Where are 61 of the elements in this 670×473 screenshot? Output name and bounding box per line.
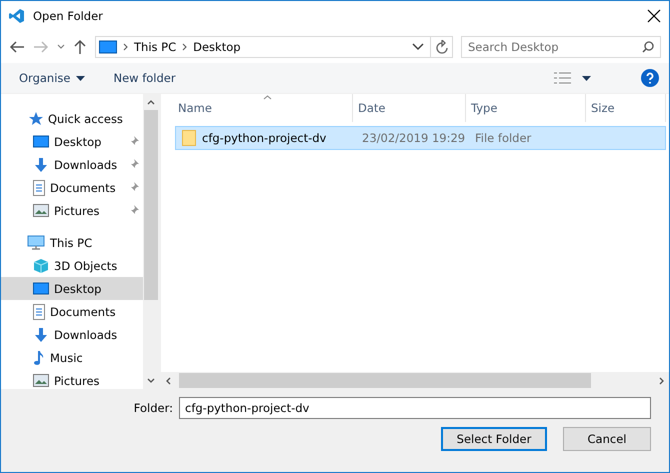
computer-icon xyxy=(27,234,45,250)
close-button[interactable] xyxy=(647,9,661,23)
column-header[interactable]: Date xyxy=(353,94,466,122)
up-button[interactable] xyxy=(73,39,87,55)
monitor-icon xyxy=(33,282,49,296)
navigation-item[interactable]: Documents xyxy=(1,176,143,199)
back-button[interactable] xyxy=(9,40,25,54)
app-logo-icon xyxy=(9,8,25,24)
navigation-item[interactable]: Desktop xyxy=(1,130,143,153)
navigation-item[interactable]: Downloads xyxy=(1,153,143,176)
navigation-item[interactable]: Pictures xyxy=(1,199,143,222)
new-folder-button[interactable]: New folder xyxy=(113,71,176,85)
caret-icon xyxy=(582,76,591,80)
file-row[interactable]: cfg-python-project-dv 23/02/2019 19:29 File folder xyxy=(175,126,666,150)
chevron-icon xyxy=(123,43,128,51)
type-cell-text: File folder xyxy=(474,131,532,145)
navigation-item[interactable]: 3D Objects xyxy=(1,254,143,277)
column-header[interactable]: Type xyxy=(466,94,586,122)
recent-dropdown-button[interactable] xyxy=(57,44,65,50)
picture-icon xyxy=(33,204,49,217)
picture-icon xyxy=(33,374,49,387)
navigation-item[interactable]: Quick access xyxy=(1,107,143,130)
navigation-item[interactable]: Desktop xyxy=(1,277,143,300)
monitor-icon xyxy=(99,40,117,54)
star-icon xyxy=(27,110,43,126)
file-name: cfg-python-project-dv xyxy=(202,131,326,145)
folder-field[interactable]: cfg-python-project-dv xyxy=(179,397,651,419)
search-field[interactable]: Search Desktop xyxy=(461,36,661,58)
navigation-item[interactable]: Pictures xyxy=(1,369,143,389)
navigation-item[interactable]: Music xyxy=(1,346,143,369)
select-folder-button[interactable]: Select Folder xyxy=(441,427,547,451)
caret-icon xyxy=(76,76,86,80)
navigation-item[interactable]: Documents xyxy=(1,300,143,323)
column-header[interactable]: Name xyxy=(173,94,353,122)
date-cell-text: 23/02/2019 19:29 xyxy=(361,131,466,145)
document-icon xyxy=(33,304,45,320)
organise-button[interactable]: Organise xyxy=(19,71,86,85)
breadcrumb[interactable]: This PC xyxy=(134,40,176,54)
vertical-scrollbar[interactable] xyxy=(143,94,159,389)
folder-icon xyxy=(182,130,196,146)
navigation-item[interactable]: Downloads xyxy=(1,323,143,346)
breadcrumb[interactable]: Desktop xyxy=(193,40,241,54)
cancel-button[interactable]: Cancel xyxy=(563,427,651,451)
dropdown-button[interactable] xyxy=(412,43,424,51)
help-button[interactable] xyxy=(641,69,659,87)
column-header[interactable]: Size xyxy=(586,94,666,122)
navigation-item[interactable]: This PC xyxy=(1,231,143,254)
down-arrow-icon xyxy=(33,326,49,342)
folder-label: Folder: xyxy=(134,401,173,415)
address-bar[interactable]: This PC Desktop xyxy=(95,36,453,58)
horizontal-scrollbar[interactable] xyxy=(161,372,669,389)
chevron-icon xyxy=(182,43,188,51)
music-note-icon xyxy=(33,350,45,366)
document-icon xyxy=(33,180,45,196)
window-title: Open Folder xyxy=(33,9,104,23)
cube-icon xyxy=(33,258,49,274)
down-arrow-icon xyxy=(33,156,49,172)
monitor-icon xyxy=(33,134,49,148)
search-icon[interactable] xyxy=(642,41,654,53)
list-view-icon xyxy=(554,72,572,84)
view-options-button[interactable] xyxy=(554,72,591,84)
